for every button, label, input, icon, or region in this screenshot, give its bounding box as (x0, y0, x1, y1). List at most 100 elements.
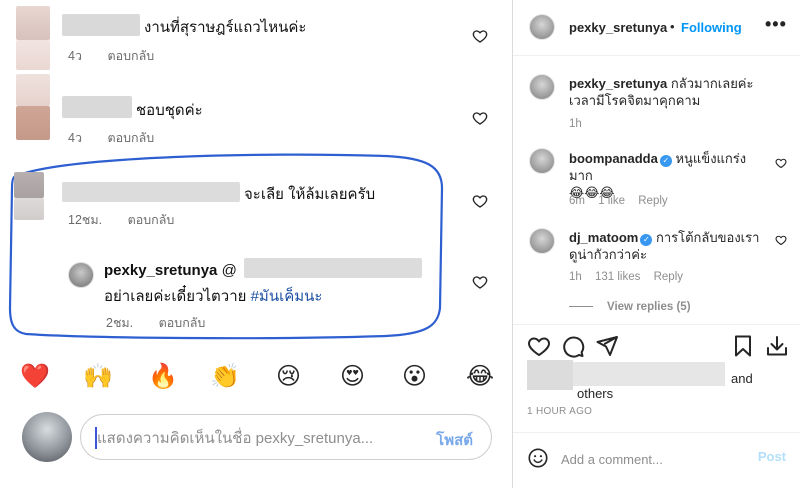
likes-and: and (731, 371, 753, 386)
comment-meta: 12ชม. ตอบกลับ (68, 210, 196, 230)
blurred-avatar (16, 40, 50, 70)
comment-meta: 6m 1 like Reply (569, 195, 678, 207)
following-button[interactable]: Following (681, 20, 742, 35)
blurred-avatar (16, 6, 50, 40)
blurred-username (62, 14, 140, 36)
blurred-avatar (16, 74, 50, 106)
likes-others[interactable]: others (577, 386, 613, 401)
avatar (22, 412, 72, 462)
separator-dot: • (670, 19, 675, 34)
reply-link[interactable]: ตอบกลับ (159, 316, 206, 330)
comment-row: จะเลีย ให้ล้มเลยครับ 12ชม. ตอบกลับ (0, 168, 512, 238)
heart-icon[interactable] (472, 274, 488, 290)
comment-time: 4ว (68, 131, 82, 145)
avatar[interactable] (529, 148, 555, 174)
add-comment-input[interactable] (561, 449, 741, 469)
comment-meta: 4ว ตอบกลับ (68, 128, 176, 148)
emoji-crying[interactable]: 😢 (276, 360, 301, 394)
comment-row: งานที่สุราษฎร์แถวไหนค่ะ 4ว ตอบกลับ (0, 0, 512, 70)
avatar[interactable] (68, 262, 94, 288)
heart-icon[interactable] (472, 193, 488, 209)
emoji-picker-icon[interactable] (527, 447, 549, 469)
heart-icon[interactable] (775, 234, 787, 246)
post-header: pexky_sretunya • Following ••• (513, 0, 800, 56)
like-count[interactable]: 1 like (598, 195, 625, 207)
comment-time: 1h (569, 271, 582, 283)
reply-meta: 2ชม. ตอบกลับ (106, 313, 227, 333)
comment-text: งานที่สุราษฎร์แถวไหนค่ะ (144, 19, 307, 36)
like-count[interactable]: 131 likes (595, 271, 640, 283)
emoji-heart-eyes[interactable]: 😍 (340, 360, 365, 394)
comment-username[interactable]: boompanadda (569, 151, 658, 166)
more-options-icon[interactable]: ••• (765, 14, 787, 35)
mobile-comments-panel: งานที่สุราษฎร์แถวไหนค่ะ 4ว ตอบกลับ ชอบชุ… (0, 0, 512, 488)
heart-icon[interactable] (472, 28, 488, 44)
post-button[interactable]: โพสต์ (436, 428, 473, 452)
blurred-liker-name (573, 362, 725, 386)
verified-badge-icon: ✓ (640, 234, 653, 246)
comment-time: 6m (569, 195, 585, 207)
comment-text: boompanadda ✓ หนูแข็งแกร่งมาก 😂😂😂 (569, 150, 769, 201)
desktop-post-panel: pexky_sretunya • Following ••• pexky_sre… (513, 0, 800, 488)
comment-icon[interactable] (561, 334, 585, 358)
heart-icon[interactable] (775, 157, 787, 169)
comment-input-pill[interactable]: โพสต์ (80, 414, 492, 460)
download-icon[interactable] (765, 334, 789, 358)
comment-time: 4ว (68, 49, 82, 63)
comment-composer: โพสต์ (22, 410, 496, 470)
reply-link[interactable]: ตอบกลับ (128, 213, 175, 227)
avatar[interactable] (529, 14, 555, 40)
save-icon[interactable] (731, 334, 755, 358)
blurred-mention (244, 258, 422, 278)
reply-body: อย่าเลยค่ะเดี๋ยวไตวาย #มันเค็มนะ (104, 284, 322, 308)
blurred-username (62, 96, 132, 118)
emoji-quick-bar: ❤️ 🙌 🔥 👏 😢 😍 😮 😂 (0, 360, 512, 396)
share-icon[interactable] (595, 334, 619, 358)
avatar[interactable] (529, 74, 555, 100)
comment-text: ชอบชุดค่ะ (136, 102, 203, 119)
comment-row: ชอบชุดค่ะ 4ว ตอบกลับ (0, 70, 512, 145)
reply-header: pexky_sretunya @ (104, 262, 237, 279)
emoji-laughing[interactable]: 😂 (466, 360, 494, 394)
reply-link[interactable]: Reply (654, 271, 683, 283)
comment-time: 12ชม. (68, 213, 103, 227)
reply-link[interactable]: ตอบกลับ (107, 49, 154, 63)
emoji-raised-hands[interactable]: 🙌 (83, 360, 113, 394)
comment-meta: 4ว ตอบกลับ (68, 46, 176, 66)
blurred-liker-avatar (527, 360, 573, 390)
caption-time: 1h (569, 118, 582, 130)
section-divider (513, 324, 800, 325)
emoji-clap[interactable]: 👏 (210, 360, 240, 394)
view-replies-label: View replies (5) (607, 301, 691, 313)
reply-link[interactable]: Reply (638, 195, 667, 207)
reply-time: 2ชม. (106, 316, 134, 330)
comment-username[interactable]: dj_matoom (569, 230, 638, 245)
caption-username[interactable]: pexky_sretunya (569, 76, 667, 91)
caption: pexky_sretunya กลัวมากเลยค่ะ เวลามีโรคจิ… (569, 75, 769, 109)
comment-text: dj_matoom ✓ การโต้กลับของเรา ดูน่ากัวกว่า… (569, 229, 769, 263)
blurred-avatar (14, 172, 44, 198)
emoji-fire[interactable]: 🔥 (148, 360, 178, 394)
reply-text: อย่าเลยค่ะเดี๋ยวไตวาย (104, 288, 247, 305)
hashtag-link[interactable]: #มันเค็มนะ (251, 288, 323, 305)
reply-username[interactable]: pexky_sretunya (104, 262, 217, 279)
emoji-heart[interactable]: ❤️ (20, 360, 50, 394)
blurred-avatar (16, 106, 50, 140)
reply-link[interactable]: ตอบกลับ (107, 131, 154, 145)
header-username[interactable]: pexky_sretunya (569, 20, 667, 35)
emoji-surprised[interactable]: 😮 (402, 360, 427, 394)
blurred-username (62, 182, 240, 202)
comment-input[interactable] (97, 427, 407, 449)
comment-meta: 1h 131 likes Reply (569, 271, 693, 283)
blurred-avatar (14, 198, 44, 220)
post-timestamp: 1 HOUR AGO (527, 406, 593, 417)
comment-text: จะเลีย ให้ล้มเลยครับ (244, 186, 376, 203)
view-replies-line (569, 306, 593, 308)
mention-prefix: @ (221, 262, 237, 279)
like-icon[interactable] (527, 334, 551, 358)
avatar[interactable] (529, 228, 555, 254)
verified-badge-icon: ✓ (659, 155, 672, 167)
post-button[interactable]: Post (758, 449, 786, 464)
heart-icon[interactable] (472, 110, 488, 126)
view-replies-link[interactable]: View replies (5) (569, 301, 691, 313)
